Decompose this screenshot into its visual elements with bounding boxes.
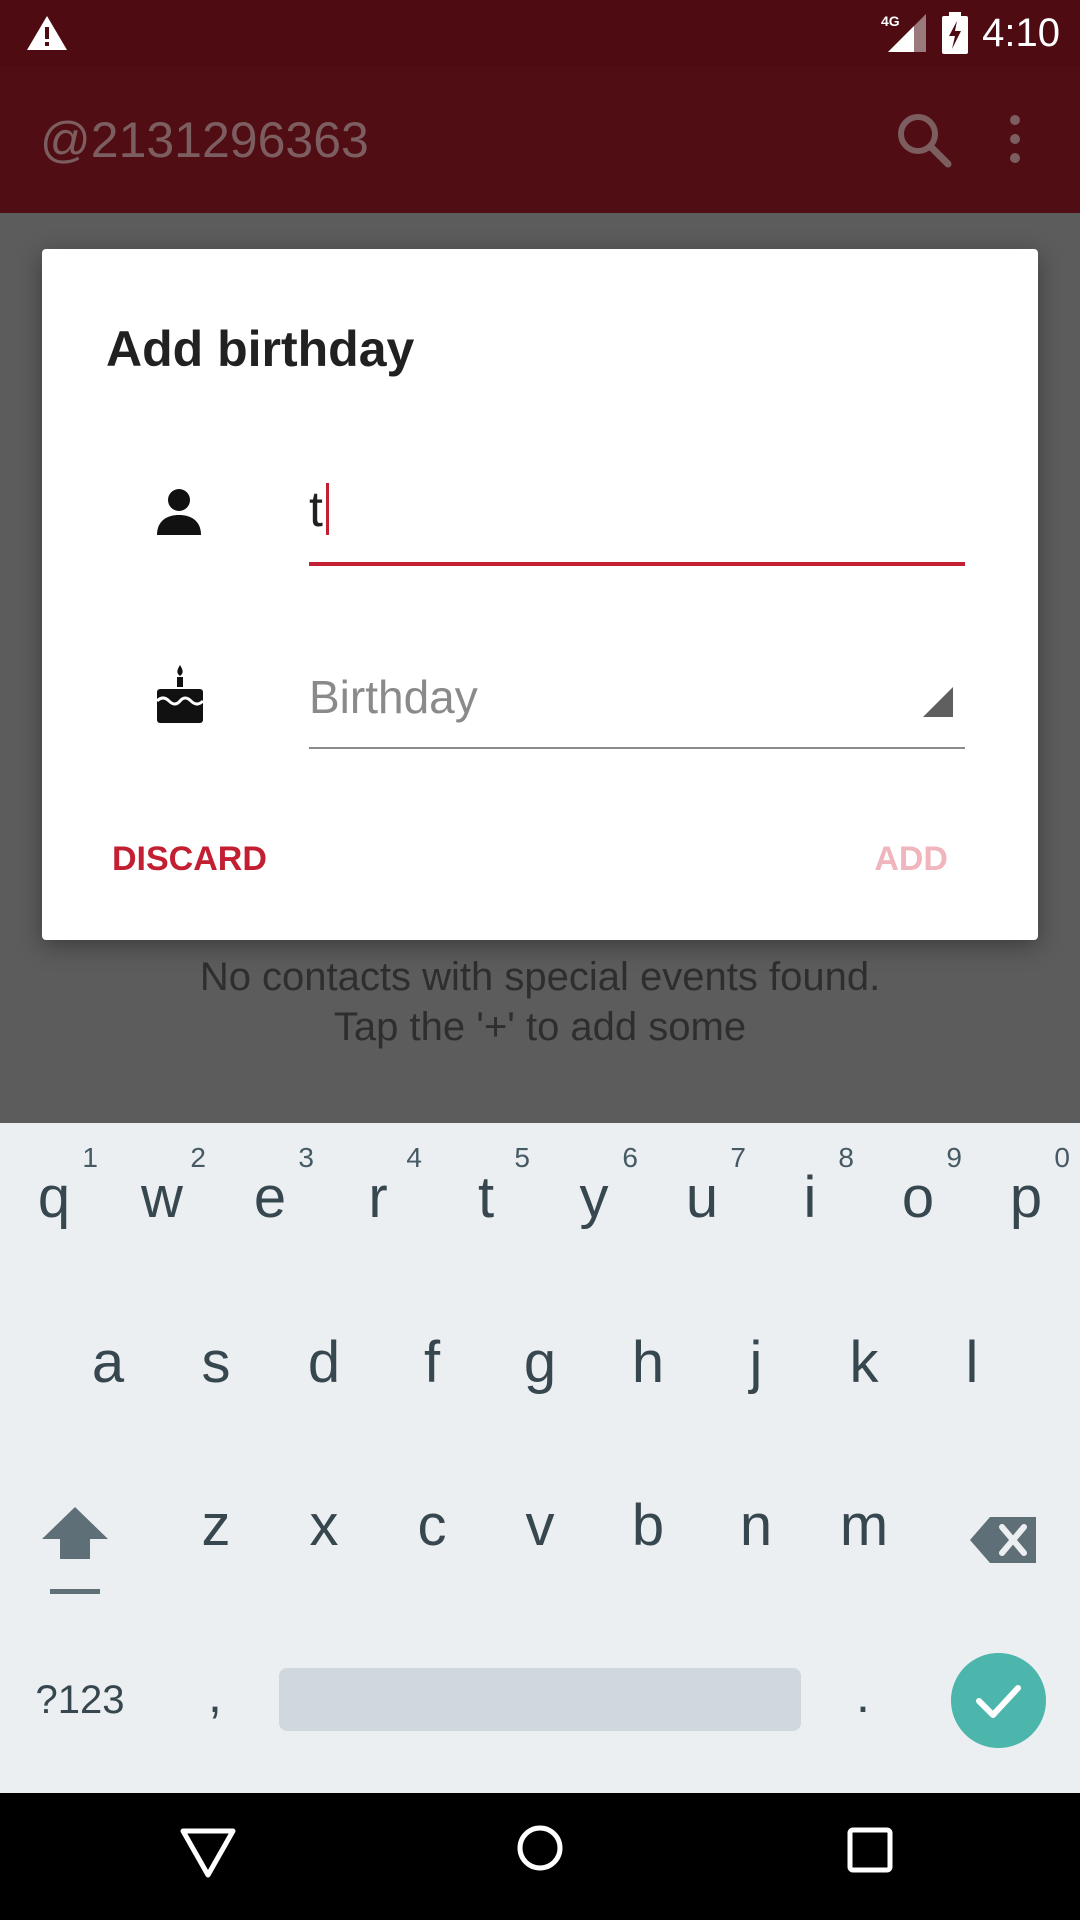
key-u[interactable]: 7u [648,1123,756,1273]
key-letter: f [423,1330,441,1395]
key-letter: r [368,1165,388,1230]
key-letter: a [91,1330,125,1395]
navigation-bar [0,1793,1080,1920]
key-letter: i [803,1165,817,1230]
key-r[interactable]: 4r [324,1123,432,1273]
key-n[interactable]: n [702,1451,810,1601]
signal-4g-icon: 4G [881,13,926,52]
name-input[interactable]: t [309,459,965,569]
cake-icon [155,665,205,723]
key-letter: j [749,1330,763,1395]
key-letter: g [523,1330,557,1395]
back-nav-icon[interactable] [178,1823,238,1883]
status-bar: 4G 4:10 [0,0,1080,66]
home-nav-icon[interactable] [515,1823,565,1883]
add-button[interactable]: ADD [864,829,958,889]
key-letter: m [839,1493,889,1558]
key-letter: o [901,1165,935,1230]
add-birthday-dialog: Add birthday t Birthday DISCARD ADD [42,249,1038,940]
app-bar-title: @2131296363 [40,112,369,168]
key-v[interactable]: v [486,1451,594,1601]
key-c[interactable]: c [378,1451,486,1601]
key-h[interactable]: h [594,1288,702,1438]
key-letter: l [965,1330,979,1395]
text-cursor [326,483,329,535]
search-icon[interactable] [890,106,960,176]
key-letter: x [309,1493,339,1558]
key-letter: n [739,1493,773,1558]
svg-text:4G: 4G [881,13,900,29]
key-letter: v [525,1493,555,1558]
empty-state-line-2: Tap the '+' to add some [333,1005,747,1049]
key-e[interactable]: 3e [216,1123,324,1273]
key-t[interactable]: 5t [432,1123,540,1273]
key-letter: s [201,1330,231,1395]
key-m[interactable]: m [810,1451,918,1601]
key-letter: h [631,1330,665,1395]
empty-state-line-1: No contacts with special events found. [199,955,881,999]
key-d[interactable]: d [270,1288,378,1438]
status-time: 4:10 [982,11,1060,55]
key-w[interactable]: 2w [108,1123,216,1273]
discard-button[interactable]: DISCARD [102,829,277,889]
symbols-key[interactable]: ?123 [20,1660,140,1740]
key-letter: p [1009,1165,1043,1230]
done-checkmark-key[interactable] [951,1653,1046,1748]
key-x[interactable]: x [270,1451,378,1601]
app-bar: @2131296363 [0,66,1080,213]
key-l[interactable]: l [918,1288,1026,1438]
key-z[interactable]: z [162,1451,270,1601]
key-k[interactable]: k [810,1288,918,1438]
key-b[interactable]: b [594,1451,702,1601]
person-icon [157,489,201,535]
key-letter: c [417,1493,447,1558]
key-y[interactable]: 6y [540,1123,648,1273]
key-letter: q [37,1165,71,1230]
key-letter: k [849,1330,879,1395]
name-input-value: t [309,481,323,537]
name-input-underline [309,562,965,566]
key-s[interactable]: s [162,1288,270,1438]
key-letter: d [307,1330,341,1395]
key-a[interactable]: a [54,1288,162,1438]
recents-nav-icon[interactable] [845,1825,895,1875]
key-g[interactable]: g [486,1288,594,1438]
warning-icon [27,16,67,50]
key-p[interactable]: 0p [972,1123,1080,1273]
birthday-underline [309,747,965,749]
backspace-key[interactable] [960,1501,1060,1601]
birthday-dropdown[interactable]: Birthday [309,649,965,749]
soft-keyboard: 1q2w3e4r5t6y7u8i9o0p a s d f g h j k l z x c v b n m ?… [0,1123,1080,1793]
period-key[interactable]: . [823,1650,903,1740]
comma-key[interactable]: , [175,1650,255,1740]
key-letter: z [201,1493,231,1558]
empty-state-message: No contacts with special events found. T… [0,952,1080,1052]
dropdown-triangle-icon [923,687,953,717]
key-j[interactable]: j [702,1288,810,1438]
key-i[interactable]: 8i [756,1123,864,1273]
key-f[interactable]: f [378,1288,486,1438]
key-o[interactable]: 9o [864,1123,972,1273]
key-q[interactable]: 1q [0,1123,108,1273]
battery-charging-icon [942,12,968,54]
key-letter: b [631,1493,665,1558]
birthday-placeholder: Birthday [309,671,478,723]
shift-key[interactable] [30,1501,120,1601]
key-letter: y [579,1165,609,1230]
more-options-icon[interactable] [990,106,1040,176]
key-letter: e [253,1165,287,1230]
key-letter: w [141,1165,183,1230]
key-letter: u [685,1165,719,1230]
dialog-title: Add birthday [106,321,415,377]
space-key[interactable] [279,1668,801,1731]
key-letter: t [477,1165,495,1230]
